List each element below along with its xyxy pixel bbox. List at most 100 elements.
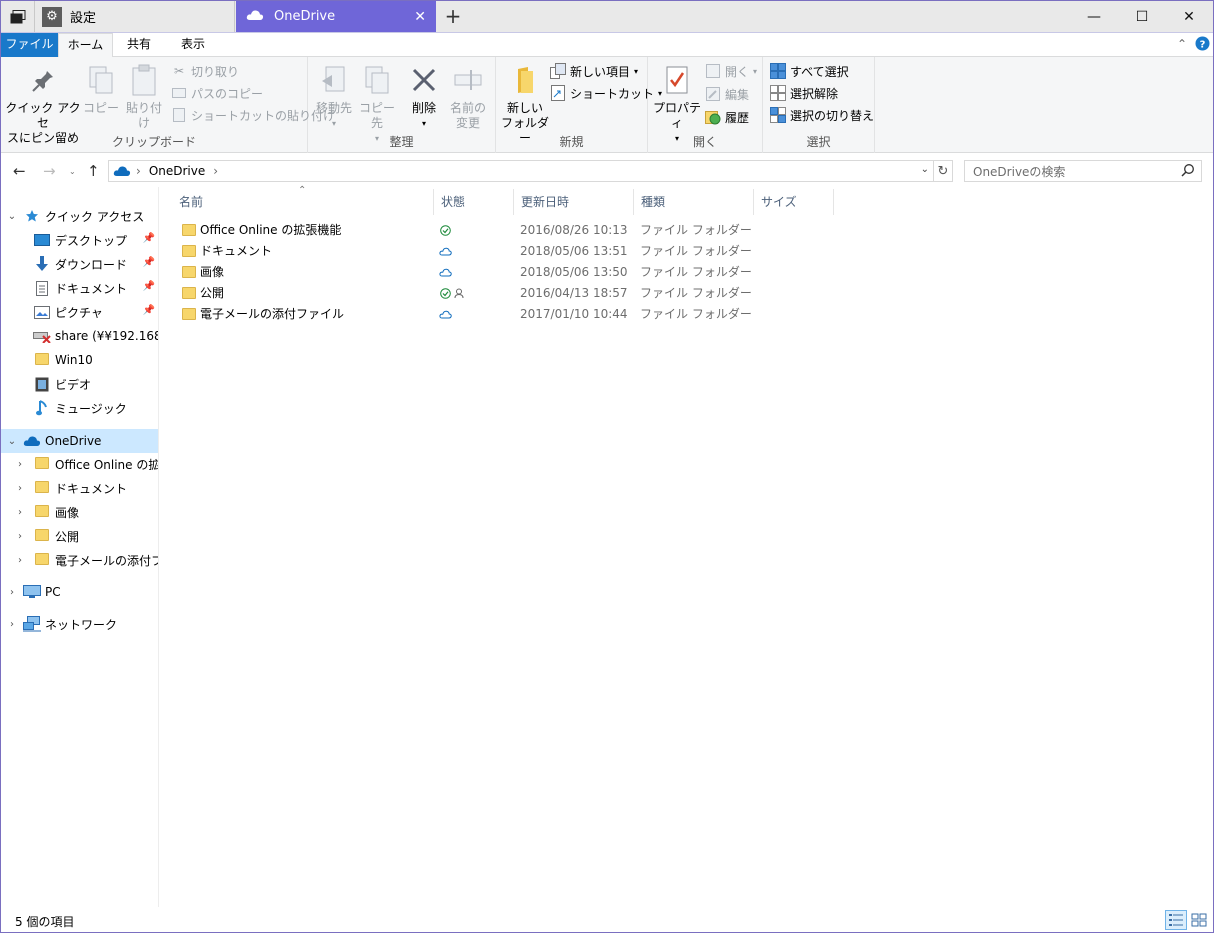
open-dropdown-icon: ▾ <box>753 66 758 76</box>
nav-item-videos[interactable]: ビデオ <box>1 372 158 396</box>
nav-quick-access[interactable]: ⌄ クイック アクセス <box>1 204 158 228</box>
column-header-modified[interactable]: 更新日時 <box>514 189 634 215</box>
select-group-label: 選択 <box>806 135 831 149</box>
collapsed-chevron-icon[interactable]: › <box>7 587 17 598</box>
collapsed-chevron-icon[interactable]: › <box>15 459 25 470</box>
nav-item-label: ドキュメント <box>55 481 128 496</box>
folder-icon <box>33 528 51 544</box>
cut-button[interactable]: ✂ 切り取り <box>171 61 239 81</box>
pin-icon[interactable]: 📌 <box>143 305 155 316</box>
help-icon[interactable]: ? <box>1195 36 1210 54</box>
column-header-name[interactable]: 名前 <box>172 189 434 215</box>
ribbon-tab-view[interactable]: 表示 <box>171 33 215 57</box>
column-header-size[interactable]: サイズ <box>754 189 834 215</box>
address-dropdown-icon[interactable]: ⌄ <box>921 164 929 175</box>
onedrive-cloud-icon <box>23 433 41 449</box>
collapsed-chevron-icon[interactable]: › <box>15 531 25 542</box>
file-row[interactable]: ドキュメント 2018/05/06 13:51 ファイル フォルダー <box>174 241 1014 262</box>
rename-label-1: 名前の <box>449 101 486 115</box>
rename-button[interactable]: 名前の 変更 <box>446 63 490 131</box>
pin-icon[interactable]: 📌 <box>143 233 155 244</box>
file-row[interactable]: 公開 2016/04/13 18:57 ファイル フォルダー <box>174 283 1014 304</box>
collapsed-chevron-icon[interactable]: › <box>15 483 25 494</box>
column-header-status[interactable]: 状態 <box>434 189 514 215</box>
collapsed-chevron-icon[interactable]: › <box>15 507 25 518</box>
refresh-button[interactable]: ↻ <box>933 160 953 182</box>
forward-arrow-icon[interactable]: → <box>43 162 56 180</box>
paste-button[interactable]: 貼り付け <box>121 63 167 131</box>
task-view-button[interactable] <box>1 1 35 32</box>
delete-dropdown-icon: ▾ <box>421 119 426 128</box>
nav-item-label: ピクチャ <box>55 305 103 320</box>
search-box[interactable]: OneDriveの検索 <box>964 160 1202 182</box>
pin-icon[interactable]: 📌 <box>143 257 155 268</box>
close-window-button[interactable]: ✕ <box>1166 1 1212 32</box>
file-row[interactable]: 画像 2018/05/06 13:50 ファイル フォルダー <box>174 262 1014 283</box>
open-button[interactable]: 開く ▾ <box>705 61 757 81</box>
ribbon-tab-share[interactable]: 共有 <box>117 33 161 57</box>
ribbon-collapse-icon[interactable]: ⌃ <box>1177 37 1187 51</box>
maximize-button[interactable]: ☐ <box>1119 1 1165 32</box>
breadcrumb-onedrive[interactable]: OneDrive <box>149 164 205 178</box>
move-to-button[interactable]: 移動先 ▾ <box>314 63 354 131</box>
item-count: 5 個の項目 <box>15 915 75 929</box>
back-arrow-icon[interactable]: ← <box>13 162 26 180</box>
nav-onedrive-item[interactable]: › 公開 <box>1 524 158 548</box>
invert-selection-button[interactable]: 選択の切り替え <box>770 105 874 125</box>
nav-onedrive-item[interactable]: › Office Online の拡張 <box>1 452 158 476</box>
shortcut-button[interactable]: ショートカット ▾ <box>550 83 662 103</box>
tab-onedrive[interactable]: OneDrive ✕ <box>236 1 436 32</box>
tab-close-icon[interactable]: ✕ <box>414 9 426 25</box>
file-row[interactable]: Office Online の拡張機能 2016/08/26 10:13 ファイ… <box>174 220 1014 241</box>
copy-button[interactable]: コピー <box>81 63 121 116</box>
select-all-button[interactable]: すべて選択 <box>770 61 849 81</box>
delete-button[interactable]: 削除 ▾ <box>404 63 444 131</box>
copy-path-button[interactable]: パスのコピー <box>171 83 263 103</box>
new-tab-button[interactable]: + <box>441 4 465 28</box>
file-modified: 2017/01/10 10:44 <box>520 307 628 321</box>
new-item-button[interactable]: 新しい項目 ▾ <box>550 61 638 81</box>
breadcrumb-chevron-icon[interactable]: › <box>213 164 218 178</box>
nav-onedrive-item[interactable]: › 画像 <box>1 500 158 524</box>
nav-onedrive[interactable]: ⌄ OneDrive <box>1 429 158 453</box>
collapsed-chevron-icon[interactable]: › <box>7 619 17 630</box>
large-icons-view-button[interactable] <box>1188 910 1210 930</box>
document-icon <box>33 280 51 296</box>
nav-onedrive-item[interactable]: › 電子メールの添付ファイ <box>1 548 158 572</box>
edit-pencil-icon <box>705 86 721 102</box>
nav-item-music[interactable]: ミュージック <box>1 396 158 420</box>
nav-network[interactable]: › ネットワーク <box>1 612 158 636</box>
address-bar[interactable]: › OneDrive › ⌄ <box>108 160 934 182</box>
file-type: ファイル フォルダー <box>640 307 752 321</box>
pin-icon[interactable]: 📌 <box>143 281 155 292</box>
nav-item-label: デスクトップ <box>55 233 128 248</box>
nav-item-win10[interactable]: Win10 <box>1 348 158 372</box>
nav-item-share[interactable]: share (¥¥192.168.1.1 <box>1 324 158 348</box>
recent-locations-chevron-icon[interactable]: ⌄ <box>69 167 76 176</box>
nav-item-downloads[interactable]: ダウンロード 📌 <box>1 252 158 276</box>
column-header-type[interactable]: 種類 <box>634 189 754 215</box>
clipboard-paste-icon <box>128 63 160 97</box>
up-arrow-icon[interactable]: ↑ <box>87 162 100 180</box>
file-row[interactable]: 電子メールの添付ファイル 2017/01/10 10:44 ファイル フォルダー <box>174 304 1014 325</box>
tab-settings[interactable]: ⚙ 設定 <box>35 1 235 32</box>
pin-icon <box>27 63 59 97</box>
new-item-label: 新しい項目 <box>570 64 631 79</box>
nav-item-desktop[interactable]: デスクトップ 📌 <box>1 228 158 252</box>
history-button[interactable]: 履歴 <box>705 107 749 127</box>
folder-icon <box>182 283 196 304</box>
details-view-button[interactable] <box>1165 910 1187 930</box>
nav-item-pictures[interactable]: ピクチャ 📌 <box>1 300 158 324</box>
edit-button[interactable]: 編集 <box>705 84 749 104</box>
nav-onedrive-item[interactable]: › ドキュメント <box>1 476 158 500</box>
folder-icon <box>182 220 196 241</box>
nav-pc[interactable]: › PC <box>1 580 158 604</box>
collapsed-chevron-icon[interactable]: › <box>15 555 25 566</box>
pin-quick-access-label-1: クイック アクセ <box>5 101 81 130</box>
ribbon-tab-file[interactable]: ファイル <box>1 33 58 57</box>
select-none-button[interactable]: 選択解除 <box>770 83 838 103</box>
nav-item-documents[interactable]: ドキュメント 📌 <box>1 276 158 300</box>
ribbon-tab-home[interactable]: ホーム <box>58 33 113 58</box>
organize-group-label: 整理 <box>389 135 414 149</box>
minimize-button[interactable]: — <box>1071 1 1117 32</box>
